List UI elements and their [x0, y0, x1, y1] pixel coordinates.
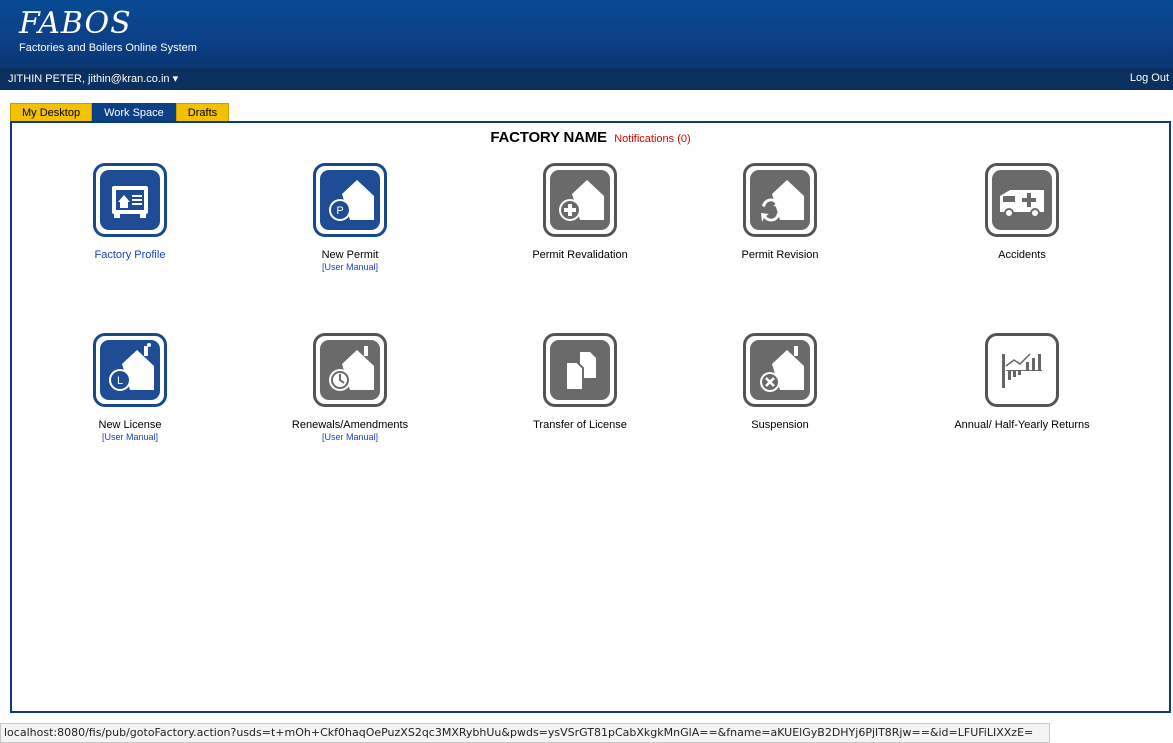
renewals-amendments-icon[interactable] [313, 333, 387, 407]
tab-work-space[interactable]: Work Space [92, 103, 176, 122]
notifications-link[interactable]: Notifications (0) [614, 133, 690, 145]
returns-chart-icon[interactable] [985, 333, 1059, 407]
chevron-down-icon: ▾ [172, 73, 179, 85]
user-bar: JITHIN PETER, jithin@kran.co.in ▾ Log Ou… [0, 68, 1173, 90]
logo-subtitle: Factories and Boilers Online System [19, 42, 197, 54]
new-permit-user-manual-link[interactable]: [User Manual] [250, 262, 450, 272]
fabos-logo[interactable]: FABOS Factories and Boilers Online Syste… [19, 8, 197, 55]
renewals-user-manual-link[interactable]: [User Manual] [250, 432, 450, 442]
app-header: FABOS Factories and Boilers Online Syste… [0, 0, 1173, 68]
transfer-license-tile[interactable]: Transfer of License [480, 333, 680, 432]
renewals-amendments-tile[interactable]: Renewals/Amendments [User Manual] [250, 333, 450, 442]
new-license-label[interactable]: New License [30, 419, 230, 432]
accidents-label[interactable]: Accidents [922, 249, 1122, 262]
new-license-user-manual-link[interactable]: [User Manual] [30, 432, 230, 442]
factory-name: FACTORY NAME [490, 129, 607, 146]
logout-link[interactable]: Log Out [1130, 72, 1169, 84]
status-url: localhost:8080/fis/pub/gotoFactory.actio… [4, 726, 1034, 739]
accidents-tile[interactable]: Accidents [922, 163, 1122, 262]
logo-title: FABOS [19, 6, 132, 41]
factory-profile-icon[interactable] [93, 163, 167, 237]
workspace-panel: FACTORY NAME Notifications (0) Factory P… [10, 121, 1171, 713]
permit-revalidation-tile[interactable]: Permit Revalidation [480, 163, 680, 262]
panel-header: FACTORY NAME Notifications (0) [12, 129, 1169, 146]
renewals-amendments-label[interactable]: Renewals/Amendments [250, 419, 450, 432]
returns-label[interactable]: Annual/ Half-Yearly Returns [922, 419, 1122, 432]
permit-revision-label[interactable]: Permit Revision [680, 249, 880, 262]
new-permit-tile[interactable]: P New Permit [User Manual] [250, 163, 450, 272]
user-name: JITHIN PETER, jithin@kran.co.in [8, 73, 170, 85]
tab-my-desktop[interactable]: My Desktop [10, 103, 93, 122]
permit-revalidation-icon[interactable] [543, 163, 617, 237]
svg-text:L: L [117, 375, 123, 387]
returns-tile[interactable]: Annual/ Half-Yearly Returns [922, 333, 1122, 432]
suspension-tile[interactable]: Suspension [680, 333, 880, 432]
ambulance-icon[interactable] [985, 163, 1059, 237]
factory-profile-label[interactable]: Factory Profile [30, 249, 230, 262]
transfer-license-icon[interactable] [543, 333, 617, 407]
permit-revision-tile[interactable]: Permit Revision [680, 163, 880, 262]
new-license-icon[interactable]: L [93, 333, 167, 407]
new-permit-label[interactable]: New Permit [250, 249, 450, 262]
new-license-tile[interactable]: L New License [User Manual] [30, 333, 230, 442]
permit-revision-icon[interactable] [743, 163, 817, 237]
factory-profile-tile[interactable]: Factory Profile [30, 163, 230, 262]
suspension-label[interactable]: Suspension [680, 419, 880, 432]
tab-drafts[interactable]: Drafts [175, 103, 230, 122]
tab-bar: My Desktop Work Space Drafts [10, 103, 230, 122]
new-permit-icon[interactable]: P [313, 163, 387, 237]
svg-text:P: P [336, 205, 343, 217]
transfer-license-label[interactable]: Transfer of License [480, 419, 680, 432]
user-menu[interactable]: JITHIN PETER, jithin@kran.co.in ▾ [8, 72, 178, 85]
browser-status-bar: localhost:8080/fis/pub/gotoFactory.actio… [0, 723, 1050, 743]
suspension-icon[interactable] [743, 333, 817, 407]
permit-revalidation-label[interactable]: Permit Revalidation [480, 249, 680, 262]
